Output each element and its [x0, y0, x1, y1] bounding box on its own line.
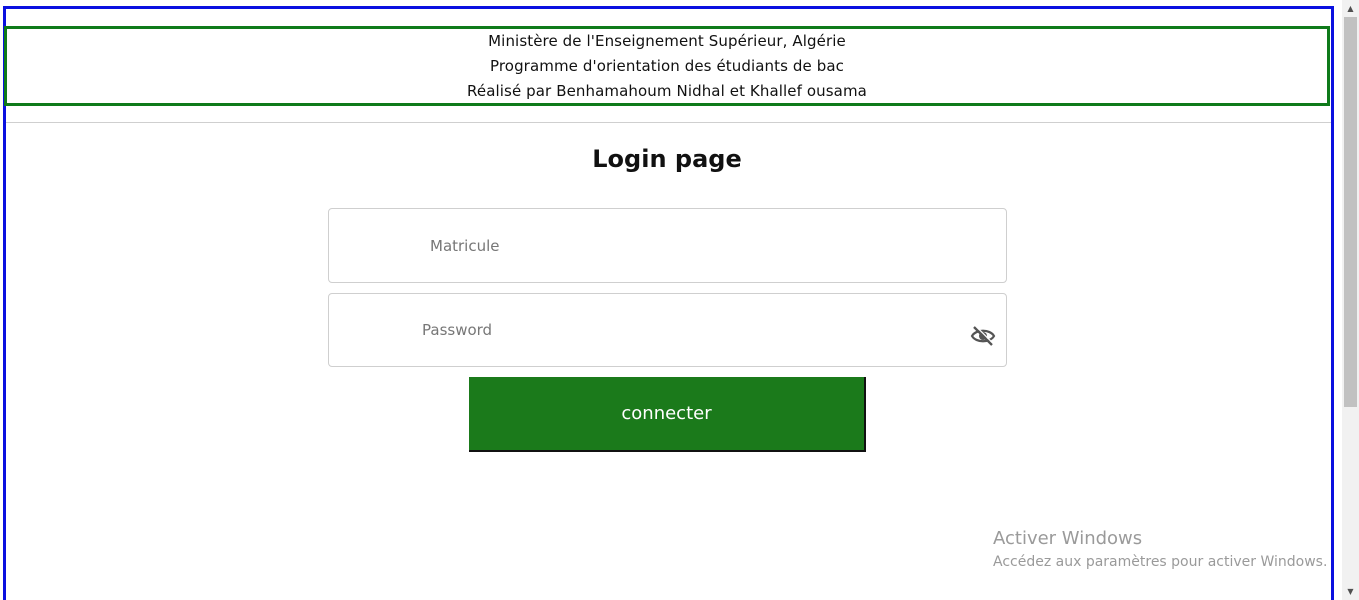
connect-button[interactable]: connecter: [469, 377, 866, 452]
windows-activation-watermark: Activer Windows Accédez aux paramètres p…: [993, 528, 1327, 572]
matricule-field[interactable]: [328, 208, 1007, 283]
divider: [6, 122, 1331, 123]
watermark-subtitle: Accédez aux paramètres pour activer Wind…: [993, 554, 1328, 570]
header-authors: Réalisé par Benhamahoum Nidhal et Khalle…: [467, 82, 867, 100]
password-field[interactable]: [328, 293, 1007, 367]
matricule-input[interactable]: [430, 209, 990, 282]
watermark-title: Activer Windows: [993, 528, 1143, 549]
vertical-scrollbar[interactable]: ▲ ▼: [1342, 0, 1359, 600]
header-program: Programme d'orientation des étudiants de…: [489, 57, 845, 75]
scroll-down-arrow-icon[interactable]: ▼: [1342, 583, 1359, 600]
eye-slash-icon[interactable]: [970, 325, 996, 347]
header-ministry: Ministère de l'Enseignement Supérieur, A…: [488, 32, 846, 50]
password-input[interactable]: [422, 294, 942, 366]
header-banner: Ministère de l'Enseignement Supérieur, A…: [4, 26, 1330, 106]
scroll-up-arrow-icon[interactable]: ▲: [1342, 0, 1359, 17]
page-title: Login page: [592, 145, 742, 173]
scrollbar-thumb[interactable]: [1344, 17, 1357, 407]
